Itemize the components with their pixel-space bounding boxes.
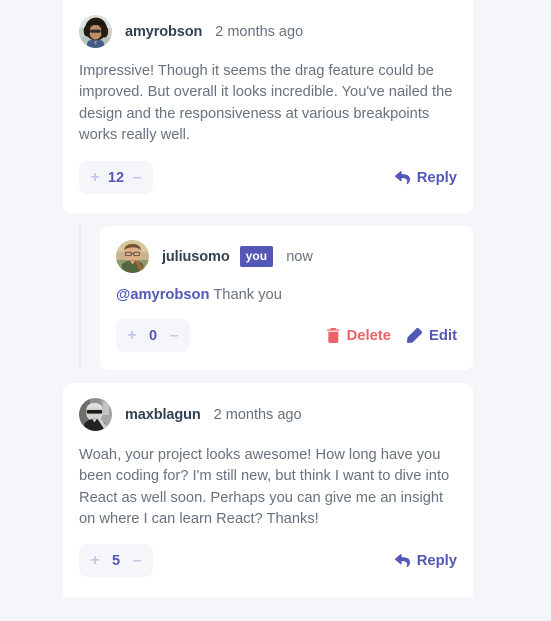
comment-header: amyrobson 2 months ago bbox=[79, 15, 457, 48]
username: amyrobson bbox=[125, 23, 203, 40]
avatar-amyrobson[interactable] bbox=[79, 15, 112, 48]
minus-icon[interactable]: – bbox=[162, 320, 186, 351]
comment-header: maxblagun 2 months ago bbox=[79, 398, 457, 431]
edit-label: Edit bbox=[429, 327, 457, 344]
comment-card-amyrobson: amyrobson 2 months ago Impressive! Thoug… bbox=[63, 0, 473, 213]
edit-button[interactable]: Edit bbox=[407, 328, 457, 344]
comment-footer: + 0 – Delete Edit bbox=[116, 319, 457, 353]
comment-footer: + 5 – Reply bbox=[79, 544, 457, 578]
trash-icon bbox=[326, 328, 340, 344]
avatar-juliusomo[interactable] bbox=[116, 240, 149, 273]
comment-card-juliusomo: juliusomo you now @amyrobson Thank you +… bbox=[100, 226, 473, 370]
timestamp: 2 months ago bbox=[213, 406, 302, 423]
comment-header: juliusomo you now bbox=[116, 240, 457, 273]
reply-arrow-icon bbox=[394, 553, 410, 568]
pencil-icon bbox=[407, 328, 423, 344]
delete-button[interactable]: Delete bbox=[326, 327, 392, 344]
vote-control: + 12 – bbox=[79, 161, 153, 195]
comment-actions: Reply bbox=[394, 552, 457, 569]
vote-control: + 0 – bbox=[116, 319, 190, 353]
vote-count: 0 bbox=[148, 327, 158, 344]
plus-icon[interactable]: + bbox=[83, 162, 107, 193]
plus-icon[interactable]: + bbox=[83, 545, 107, 576]
comment-body-text: Thank you bbox=[209, 287, 282, 303]
you-badge: you bbox=[239, 246, 274, 267]
reply-thread-line bbox=[79, 226, 81, 370]
comment-card-maxblagun: maxblagun 2 months ago Woah, your projec… bbox=[63, 383, 473, 597]
reply-button[interactable]: Reply bbox=[394, 552, 457, 569]
username: juliusomo bbox=[162, 248, 230, 265]
comment-footer: + 12 – Reply bbox=[79, 161, 457, 195]
minus-icon[interactable]: – bbox=[125, 545, 149, 576]
timestamp: now bbox=[286, 248, 313, 265]
comments-page: amyrobson 2 months ago Impressive! Thoug… bbox=[0, 0, 551, 621]
reply-label: Reply bbox=[416, 169, 457, 186]
comment-body: Impressive! Though it seems the drag fea… bbox=[79, 63, 453, 143]
comment-actions: Reply bbox=[394, 169, 457, 186]
reply-arrow-icon bbox=[394, 170, 410, 185]
reply-button[interactable]: Reply bbox=[394, 169, 457, 186]
mention-link[interactable]: @amyrobson bbox=[116, 287, 210, 303]
comment-body: Woah, your project looks awesome! How lo… bbox=[79, 447, 450, 527]
username: maxblagun bbox=[125, 406, 201, 423]
avatar-maxblagun[interactable] bbox=[79, 398, 112, 431]
timestamp: 2 months ago bbox=[215, 23, 304, 40]
delete-label: Delete bbox=[346, 327, 392, 344]
plus-icon[interactable]: + bbox=[120, 320, 144, 351]
reply-label: Reply bbox=[416, 552, 457, 569]
minus-icon[interactable]: – bbox=[125, 162, 149, 193]
comment-actions: Delete Edit bbox=[326, 327, 457, 344]
vote-control: + 5 – bbox=[79, 544, 153, 578]
comment-body: @amyrobson Thank you bbox=[116, 285, 457, 306]
vote-count: 12 bbox=[107, 169, 125, 186]
vote-count: 5 bbox=[111, 552, 121, 569]
